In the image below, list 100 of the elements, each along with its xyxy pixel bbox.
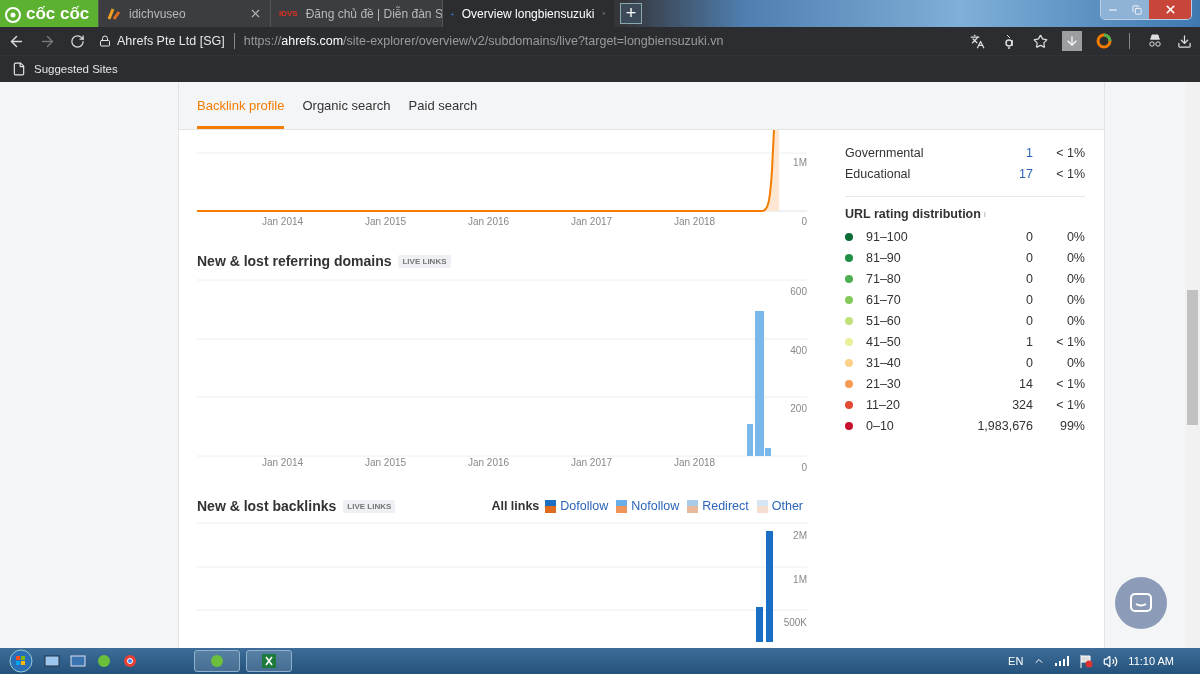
section-title: URL rating distribution — [845, 207, 981, 221]
spreadsheet-taskbar-button[interactable] — [246, 650, 292, 672]
range-label: 41–50 — [866, 334, 902, 349]
speaker-icon[interactable] — [1103, 653, 1119, 669]
start-button[interactable] — [6, 649, 36, 673]
chart-bar — [747, 424, 753, 456]
section-title: New & lost referring domains — [197, 253, 392, 269]
address-field[interactable]: https://ahrefs.com/site-explorer/overview/v2/subdomains/live?target=longbiensuzuki.vn — [243, 34, 724, 48]
browser-app-icon — [209, 653, 225, 669]
count-value: 14 — [1018, 376, 1033, 391]
axis-label: 400 — [790, 344, 807, 356]
share-value: 0% — [1065, 229, 1085, 244]
share-value: < 1% — [1055, 397, 1085, 412]
axis-label: Jan 2017 — [569, 216, 614, 229]
axis-label: 1M — [793, 157, 807, 168]
axis-label: Jan 2016 — [466, 457, 511, 470]
share-value: 0% — [1065, 271, 1085, 286]
close-icon[interactable] — [249, 7, 262, 20]
report-tab[interactable]: Organic search — [302, 82, 391, 129]
browser-tab[interactable]: IDVS Đăng chủ đề | Diễn đàn S — [270, 0, 442, 27]
extension-ring-icon[interactable] — [1096, 33, 1112, 49]
share-value: < 1% — [1055, 166, 1085, 181]
axis-label: Jan 2016 — [466, 216, 511, 229]
range-label: 71–80 — [866, 271, 902, 286]
range-label: 81–90 — [866, 250, 902, 265]
site-favicon: IDVS — [279, 9, 298, 18]
count-value: 0 — [1025, 250, 1033, 265]
translate-icon[interactable] — [970, 33, 985, 49]
browser-tab[interactable]: idichvuseo — [98, 0, 270, 27]
axis-label: Jan 2015 — [363, 216, 408, 229]
close-icon — [1163, 3, 1177, 16]
row-label: Educational — [845, 166, 912, 181]
share-value: 0% — [1065, 313, 1085, 328]
count-value: 0 — [1025, 229, 1033, 244]
share-value: < 1% — [1055, 334, 1085, 349]
axis-label: 0 — [801, 216, 807, 227]
count-value: 0 — [1025, 313, 1033, 328]
share-value: < 1% — [1055, 145, 1085, 160]
share-value: 0% — [1065, 292, 1085, 307]
flag-icon[interactable] — [1079, 654, 1094, 668]
range-label: 0–10 — [866, 418, 895, 433]
lock-icon — [99, 35, 111, 47]
clock[interactable]: 11:10 AM — [1128, 655, 1174, 667]
live-links-tag: LIVE LINKS — [398, 254, 451, 268]
reload-icon[interactable] — [70, 33, 85, 49]
spreadsheet-icon — [261, 653, 277, 669]
chat-icon — [1129, 592, 1153, 614]
axis-label: 200 — [790, 403, 807, 414]
axis-label: 600 — [790, 286, 807, 297]
filter-label: All links — [491, 499, 540, 513]
report-tab[interactable]: Paid search — [408, 82, 478, 129]
browser-tab[interactable]: Overview longbiensuzuki — [442, 0, 614, 27]
count-value: 0 — [1025, 355, 1033, 370]
chat-button[interactable] — [1115, 577, 1167, 629]
axis-label: Jan 2014 — [260, 216, 305, 229]
section-title: New & lost backlinks — [197, 498, 337, 514]
axis-label: 0 — [801, 461, 807, 473]
site-identity: Ahrefs Pte Ltd [SG] — [117, 34, 225, 48]
range-label: 91–100 — [866, 229, 909, 244]
legend-link[interactable]: Other — [771, 499, 803, 513]
share-value: < 1% — [1055, 376, 1085, 391]
scrollbar[interactable] — [1185, 82, 1200, 648]
axis-label: 500K — [783, 617, 807, 628]
incognito-icon[interactable] — [1147, 34, 1163, 48]
legend-link[interactable]: Redirect — [702, 499, 749, 513]
range-label: 21–30 — [866, 376, 902, 391]
axis-label: 1M — [793, 573, 807, 585]
axis-label: Jan 2018 — [672, 457, 717, 470]
live-links-tag: LIVE LINKS — [343, 499, 396, 513]
range-label: 61–70 — [866, 292, 902, 307]
axis-label: Jan 2015 — [363, 457, 408, 470]
range-label: 31–40 — [866, 355, 902, 370]
signal-icon[interactable] — [1055, 656, 1070, 666]
count-link[interactable]: 1 — [973, 145, 1033, 160]
bookmark-item[interactable]: Suggested Sites — [34, 63, 118, 75]
close-button[interactable] — [1149, 0, 1191, 19]
axis-label: 2M — [793, 530, 807, 541]
legend-link[interactable]: Dofollow — [560, 499, 609, 513]
count-value: 0 — [1025, 271, 1033, 286]
share-value: 0% — [1065, 355, 1085, 370]
chart-bar — [756, 607, 763, 642]
range-label: 51–60 — [866, 313, 902, 328]
share-value: 0% — [1065, 250, 1085, 265]
page-icon — [12, 62, 26, 76]
count-link[interactable]: 17 — [973, 166, 1033, 181]
language-indicator[interactable]: EN — [1008, 655, 1024, 667]
download-icon[interactable] — [1177, 33, 1192, 49]
axis-label: Jan 2017 — [569, 457, 614, 470]
count-value: 1,983,676 — [976, 418, 1033, 433]
axis-label: Jan 2014 — [260, 457, 305, 470]
count-value: 1 — [1025, 334, 1033, 349]
share-value: 99% — [1058, 418, 1085, 433]
range-label: 11–20 — [866, 397, 901, 412]
count-value: 324 — [1011, 397, 1033, 412]
restore-icon — [1132, 4, 1142, 15]
bookmark-star-icon[interactable] — [1033, 33, 1048, 49]
legend-link[interactable]: Nofollow — [631, 499, 680, 513]
row-label: Governmental — [845, 145, 925, 160]
axis-label: Jan 2018 — [672, 216, 717, 229]
new-tab-button[interactable]: + — [620, 3, 642, 24]
